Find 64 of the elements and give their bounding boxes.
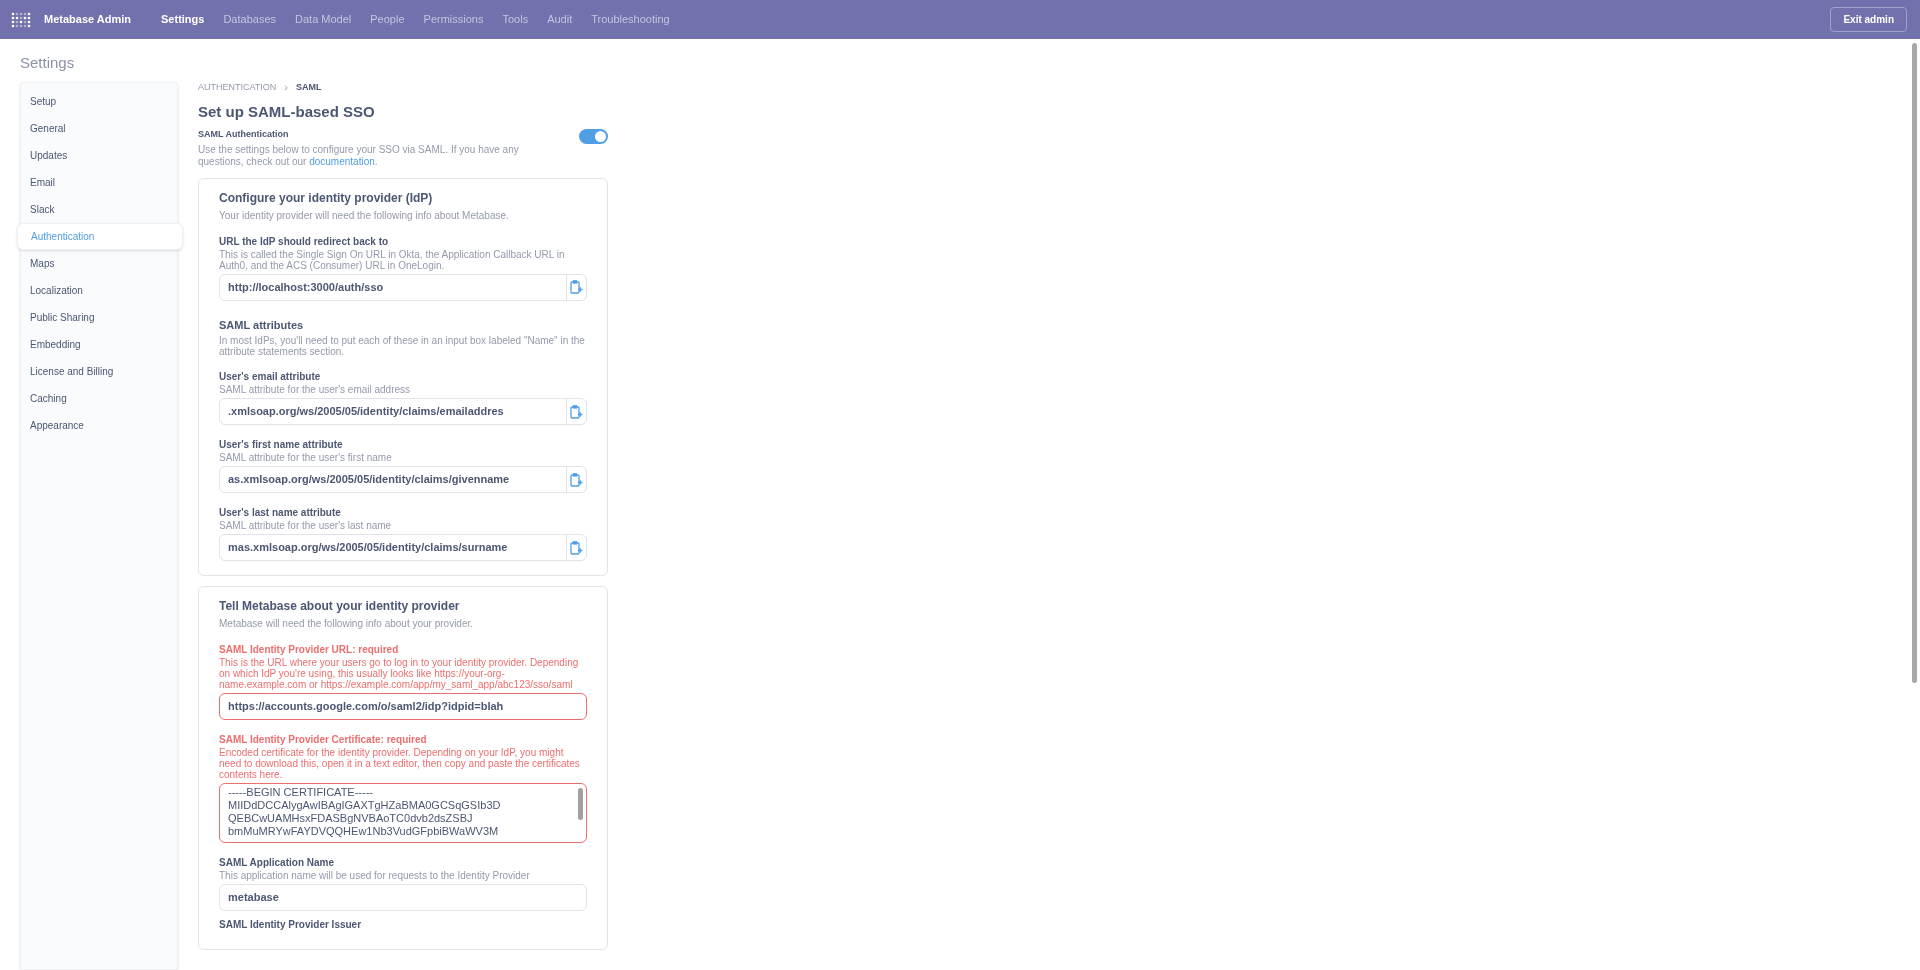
setting-description: Use the settings below to configure your SSO via SAML. If you have any questions, check out our documentation.: [198, 143, 520, 168]
section-title: SAML attributes: [219, 317, 305, 333]
nav-tab[interactable]: Settings: [161, 11, 205, 28]
field-label: User's last name attribute: [219, 507, 342, 519]
sidebar-item[interactable]: Maps: [21, 250, 177, 277]
certificate-line: bmMuMRYwFAYDVQQHEw1Nb3VudGFpbiBWaWV3M: [228, 825, 500, 838]
sidebar-item[interactable]: Public Sharing: [21, 304, 177, 331]
sidebar-item[interactable]: Email: [21, 169, 177, 196]
scrollbar-thumb[interactable]: [578, 788, 583, 820]
input-field[interactable]: .xmlsoap.org/ws/2005/05/identity/claims/emailaddres: [219, 398, 587, 425]
input-field[interactable]: as.xmlsoap.org/ws/2005/05/identity/claims/givenname: [219, 466, 587, 493]
field-hint: This is called the Single Sign On URL in Okta, the Application Callback URL in Auth0, and the ACS (Consumer) URL in OneLogin.: [219, 248, 566, 271]
copy-icon: [570, 280, 583, 294]
copy-button[interactable]: [566, 467, 586, 492]
input-field[interactable]: http://localhost:3000/auth/sso: [219, 273, 587, 301]
field-label: User's first name attribute: [219, 439, 344, 451]
field-label: URL the IdP should redirect back to: [219, 235, 390, 248]
page-title: Settings: [20, 54, 76, 72]
field-hint: Encoded certificate for the identity provider. Depending on your IdP, you might need to download this, open it in a text editor, then copy and paste the certificates contents here.: [219, 747, 581, 780]
copy-icon: [570, 540, 583, 555]
field-hint: SAML attribute for the user's last name: [219, 520, 393, 531]
sidebar-item[interactable]: Updates: [21, 142, 177, 169]
sidebar-item[interactable]: License and Billing: [21, 358, 177, 385]
field-label: SAML Identity Provider Certificate: required: [219, 734, 428, 746]
sidebar-item[interactable]: Appearance: [21, 412, 177, 439]
card-subtitle: Your identity provider will need the following info about Metabase.: [219, 209, 510, 222]
field-label: SAML Application Name: [219, 857, 335, 869]
field-hint: This is the URL where your users go to log in to your identity provider. Depending on which IdP you're using, this usually looks like https://your-org-name.example.com or https://example.com/app/my_saml_app/abc123/sso/saml: [219, 657, 580, 690]
input-field[interactable]: mas.xmlsoap.org/ws/2005/05/identity/claims/surname: [219, 534, 587, 561]
copy-icon: [570, 472, 583, 487]
card-title: Configure your identity provider (IdP): [219, 190, 434, 206]
sidebar-item[interactable]: Setup: [21, 88, 177, 115]
sidebar-item[interactable]: Slack: [21, 196, 177, 223]
certificate-line: QEBCwUAMHsxFDASBgNVBAoTC0dvb2dsZSBJ: [228, 812, 474, 825]
sidebar-item[interactable]: Caching: [21, 385, 177, 412]
card-title: Tell Metabase about your identity provider: [219, 599, 461, 614]
input-field[interactable]: https://accounts.google.com/o/saml2/idp?idpid=blah: [219, 693, 587, 720]
breadcrumb-current: SAML: [296, 82, 322, 93]
field-label: SAML Identity Provider Issuer: [219, 919, 362, 930]
certificate-line: -----BEGIN CERTIFICATE-----: [228, 786, 374, 799]
field-label: User's email attribute: [219, 371, 322, 383]
page-heading: Set up SAML-based SSO: [198, 103, 376, 121]
exit-admin-button[interactable]: Exit admin: [1830, 7, 1907, 32]
field-hint: This application name will be used for requests to the Identity Provider: [219, 870, 531, 881]
copy-button[interactable]: [566, 399, 586, 424]
card-subtitle: Metabase will need the following info about your provider.: [219, 618, 475, 630]
copy-button[interactable]: [566, 535, 586, 560]
sidebar-item[interactable]: Localization: [21, 277, 177, 304]
copy-icon: [570, 404, 583, 419]
breadcrumb-separator: ›: [284, 82, 288, 93]
field-hint: SAML attribute for the user's first name: [219, 452, 393, 463]
input-field[interactable]: metabase: [219, 884, 587, 911]
logo-icon[interactable]: [10, 11, 32, 28]
field-label: SAML Identity Provider URL: required: [219, 644, 400, 656]
app-title: Metabase Admin: [44, 12, 131, 28]
sidebar-item[interactable]: General: [21, 115, 177, 142]
setting-label: SAML Authentication: [198, 128, 290, 141]
certificate-line: MIIDdDCCAlygAwIBAgIGAXTgHZaBMA0GCSqGSIb3D: [228, 799, 502, 812]
sidebar-item[interactable]: Embedding: [21, 331, 177, 358]
certificate-textarea[interactable]: -----BEGIN CERTIFICATE----- MIIDdDCCAlygAwIBAgIGAXTgHZaBMA0GCSqGSIb3D QEBCwUAMHsxFDASBgNVBAoTC0dvb2dsZSBJ bmMuMRYwFAYDVQQHEw1Nb3VudGFpbiBWaWV3M: [219, 783, 587, 843]
field-hint: SAML attribute for the user's email address: [219, 384, 412, 395]
copy-button[interactable]: [566, 274, 586, 300]
saml-toggle[interactable]: [579, 129, 608, 144]
section-hint: In most IdPs, you'll need to put each of these in an input box labeled "Name" in the attribute statements section.: [219, 335, 586, 357]
